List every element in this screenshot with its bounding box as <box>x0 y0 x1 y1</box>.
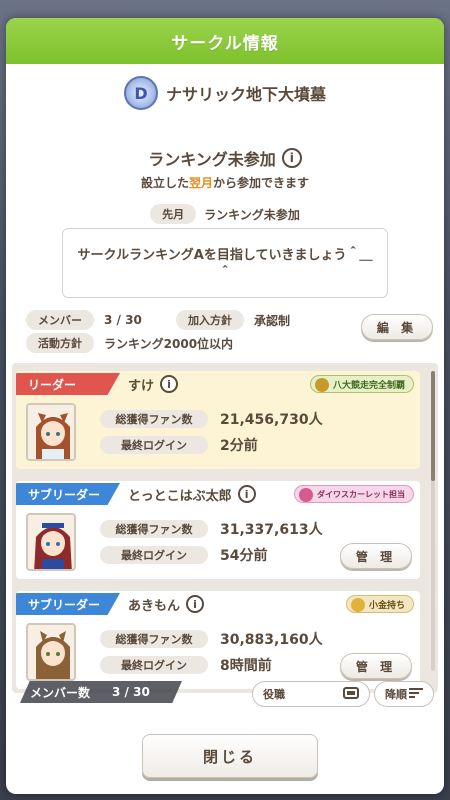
login-value: 8時間前 <box>220 658 272 674</box>
fans-value: 31,337,613人 <box>220 522 323 538</box>
dialog-title: サークル情報 <box>171 33 279 54</box>
fans-value: 30,883,160人 <box>220 632 323 648</box>
members-value: 3 / 30 <box>104 313 142 327</box>
activity-value: ランキング2000位以内 <box>104 336 234 351</box>
fans-label: 総獲得ファン数 <box>100 520 208 538</box>
members-label: メンバー <box>26 310 94 330</box>
last-month-label: 先月 <box>150 204 197 224</box>
role-tag-subleader: サブリーダー <box>16 483 120 505</box>
ranking-notice-highlight: 翌月 <box>188 176 213 190</box>
ranking-status-title: ランキング未参加 <box>148 150 276 169</box>
fans-stat: 総獲得ファン数 31,337,613人 <box>100 519 323 539</box>
trophy-badge-icon <box>314 378 329 392</box>
member-card-subleader-2[interactable]: サブリーダー あきもん i 小金持ち 総獲得ファン数 30,883,160人 最… <box>16 591 420 689</box>
ranking-notice-prefix: 設立した <box>140 176 189 190</box>
member-card-leader[interactable]: リーダー すけ i 八大競走完全制覇 総獲得ファン数 21,456,730人 最… <box>16 371 420 469</box>
member-title-badge: ダイワスカーレット担当 <box>294 485 414 503</box>
badge-text: ダイワスカーレット担当 <box>317 489 405 499</box>
member-avatar <box>26 623 76 681</box>
circle-name: ナサリック地下大墳墓 <box>165 85 326 104</box>
login-stat: 最終ログイン 2分前 <box>100 435 258 455</box>
role-tag-subleader: サブリーダー <box>16 593 120 615</box>
manage-button[interactable]: 管 理 <box>340 653 412 679</box>
scrollbar-thumb[interactable] <box>431 371 435 481</box>
fans-label: 総獲得ファン数 <box>100 630 208 648</box>
member-list[interactable]: リーダー すけ i 八大競走完全制覇 総獲得ファン数 21,456,730人 最… <box>12 363 438 693</box>
join-policy-label: 加入方針 <box>176 310 244 330</box>
member-card-subleader-1[interactable]: サブリーダー とっとこはぶ太郎 i ダイワスカーレット担当 総獲得ファン数 31… <box>16 481 420 579</box>
sort-icon <box>409 687 423 702</box>
login-label: 最終ログイン <box>100 546 208 564</box>
sort-role-label: 役職 <box>263 688 285 701</box>
edit-button[interactable]: 編 集 <box>361 314 433 340</box>
member-count-value: 3 / 30 <box>112 685 150 699</box>
login-label: 最終ログイン <box>100 656 208 674</box>
login-stat: 最終ログイン 54分前 <box>100 545 267 565</box>
role-tag-leader: リーダー <box>16 373 120 395</box>
ranking-status-row: ランキング未参加 i <box>6 146 444 170</box>
member-avatar <box>26 513 76 571</box>
member-avatar <box>26 403 76 461</box>
member-info-icon[interactable]: i <box>237 485 256 503</box>
login-stat: 最終ログイン 8時間前 <box>100 655 272 675</box>
fans-stat: 総獲得ファン数 30,883,160人 <box>100 629 323 649</box>
member-name: あきもん <box>128 598 181 614</box>
badge-text: 八大競走完全制覇 <box>332 380 405 391</box>
member-count-bar: メンバー数 3 / 30 <box>20 681 182 703</box>
last-month-value: ランキング未参加 <box>204 207 300 222</box>
activity-label: 活動方針 <box>26 333 94 353</box>
sort-order-label: 降順 <box>385 688 407 701</box>
activity-meta: 活動方針 ランキング2000位以内 <box>26 333 233 353</box>
ranking-notice-suffix: から参加できます <box>213 176 310 190</box>
coin-badge-icon <box>350 598 365 612</box>
close-button[interactable]: 閉じる <box>142 734 318 778</box>
login-value: 54分前 <box>220 548 268 564</box>
sort-role-button[interactable]: 役職 <box>252 681 370 707</box>
join-policy-value: 承認制 <box>254 313 291 328</box>
member-title-badge: 八大競走完全制覇 <box>309 375 414 393</box>
sort-order-button[interactable]: 降順 <box>374 681 434 707</box>
member-title-badge: 小金持ち <box>345 595 414 613</box>
member-count-label: メンバー数 <box>30 685 91 700</box>
member-name: すけ <box>128 378 155 394</box>
login-value: 2分前 <box>220 438 258 454</box>
dialog-header: サークル情報 <box>6 18 444 64</box>
circle-info-dialog: サークル情報 D ナサリック地下大墳墓 ランキング未参加 i 設立した翌月から参… <box>6 18 444 794</box>
badge-text: 小金持ち <box>368 600 405 611</box>
last-month-row: 先月 ランキング未参加 <box>6 204 444 224</box>
ranking-info-icon[interactable]: i <box>281 148 302 168</box>
login-label: 最終ログイン <box>100 436 208 454</box>
member-name: とっとこはぶ太郎 <box>128 488 232 504</box>
circle-name-row: D ナサリック地下大墳墓 <box>6 73 444 113</box>
fans-label: 総獲得ファン数 <box>100 410 208 428</box>
circle-emblem-icon: D <box>123 76 158 110</box>
ranking-notice: 設立した翌月から参加できます <box>6 174 444 191</box>
character-badge-icon <box>299 488 313 502</box>
member-info-icon[interactable]: i <box>186 595 205 613</box>
fans-value: 21,456,730人 <box>220 412 323 428</box>
filter-icon <box>343 686 359 702</box>
circle-message-box: サークルランキングAを目指していきましょう＾＿＾ <box>62 228 388 298</box>
manage-button[interactable]: 管 理 <box>340 543 412 569</box>
members-meta: メンバー 3 / 30 <box>26 310 142 330</box>
fans-stat: 総獲得ファン数 21,456,730人 <box>100 409 323 429</box>
member-info-icon[interactable]: i <box>160 375 179 393</box>
join-policy-meta: 加入方針 承認制 <box>176 310 290 330</box>
